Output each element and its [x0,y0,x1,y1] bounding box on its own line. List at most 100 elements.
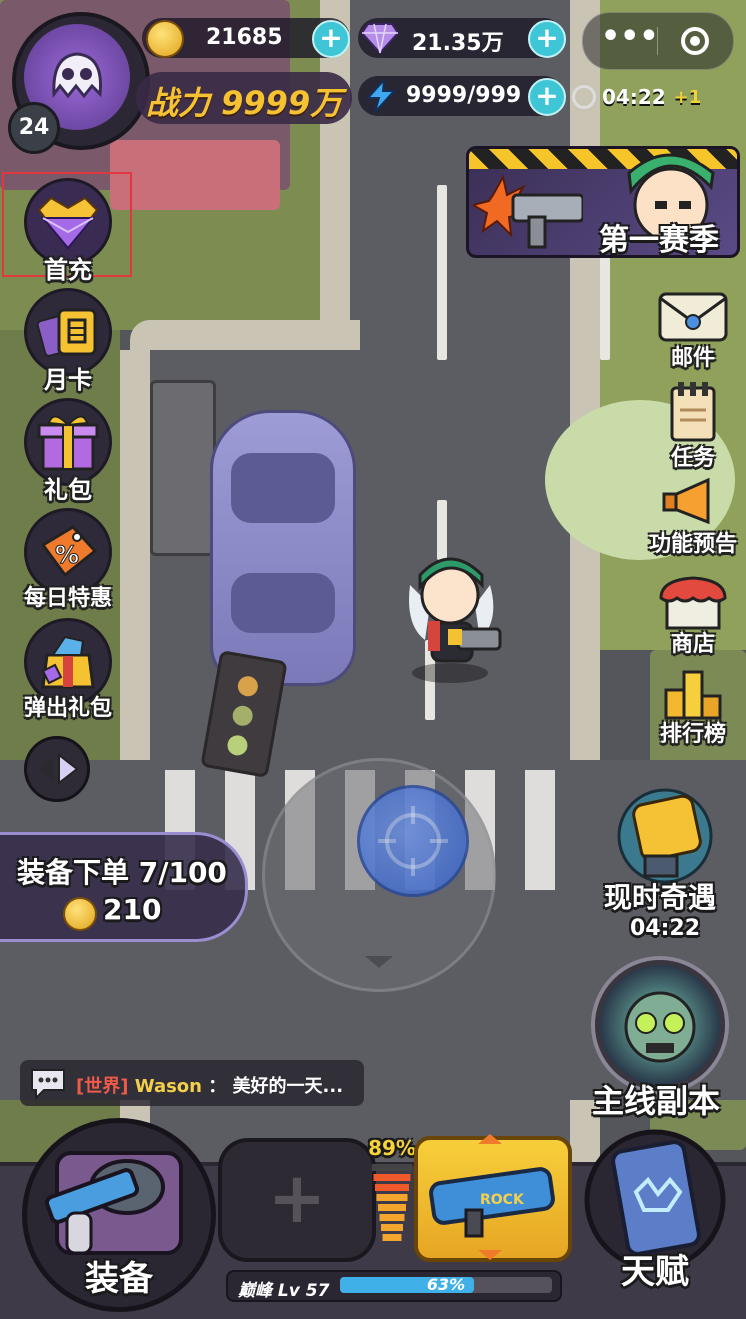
ammo-segment [376,1194,408,1201]
add-gold-button[interactable]: + [312,20,350,58]
main-dungeon-label: 主线副本 [591,1082,720,1120]
shop-button[interactable]: 商店 [638,574,746,658]
weapon-swap-down-icon [478,1250,502,1260]
exp-percent: 63% [426,1275,466,1294]
joystick-knob[interactable] [357,785,469,897]
left-right-arrows-icon [39,752,79,786]
ammo-segment [378,1204,406,1211]
divider [657,27,658,55]
golden-fist-icon [617,788,713,884]
peak-level-label: 巅峰 Lv 57 [238,1281,330,1301]
crosshair-icon [378,806,448,876]
gift-pack-label: 礼包 [44,476,92,504]
crown-gem-icon [37,196,99,250]
energy-timer: 04:22 +1 [572,82,701,112]
season-label: 第一赛季 [599,223,719,258]
energy-timer-value: 04:22 [602,85,666,109]
first-recharge-label: 首充 [44,256,92,284]
clipboard-icon [670,382,716,442]
podium-icon [664,670,722,720]
equipment-button[interactable]: 装备 [22,1118,216,1312]
shop-awning-icon [659,576,727,630]
chat-channel: [世界] [76,1076,129,1097]
order-coin-icon [63,897,97,931]
ticket-card-icon [36,308,97,357]
popup-gift-button[interactable]: 弹出礼包 [8,618,128,722]
energy-amount: 9999/999 [406,83,522,108]
mini-program-capsule: ••• [582,12,734,70]
add-slot-button[interactable]: + [218,1138,376,1262]
daily-deal-label: 每日特惠 [23,586,112,611]
crosswalk-stripe [525,770,555,890]
mail-button[interactable]: 邮件 [638,288,746,372]
record-icon [690,36,700,46]
toggle-menu-button[interactable] [24,736,90,802]
svg-text:%: % [55,541,79,569]
building [110,140,280,210]
joystick-arrow-down-icon [365,956,393,968]
equipment-order-panel[interactable]: 装备下单 7/100 210 [0,832,248,942]
gold-amount: 21685 [206,25,283,50]
gift-box-icon [37,415,99,471]
encounter-button[interactable]: 现时奇遇 04:22 [590,786,740,941]
ammo-segment [381,1224,403,1231]
mail-label: 邮件 [670,346,715,371]
order-coin-amount: 210 [103,893,162,926]
chat-sender: Wason [134,1076,202,1097]
ammo-gauge [372,1164,412,1241]
virtual-joystick[interactable] [262,758,496,992]
lightning-icon [365,78,397,113]
power-panel: 战力 9999万 [136,72,352,124]
plus-icon: + [267,1157,327,1239]
feature-preview-label: 功能预告 [648,532,737,557]
megaphone-icon [662,477,710,525]
ammo-segment [372,1164,412,1171]
gift-pack-button[interactable]: 礼包 [8,398,128,505]
lane-marking [437,185,447,360]
car-windshield [231,453,335,523]
chat-separator: ： [208,1076,227,1097]
car-rear-window [231,573,335,633]
stopwatch-icon [572,85,596,109]
chat-bubble-icon [31,1069,65,1100]
ammo-segment [375,1184,409,1191]
first-recharge-button[interactable]: 首充 [8,178,128,285]
tasks-label: 任务 [670,446,715,471]
ammo-segment [373,1174,411,1181]
daily-deal-button[interactable]: % 每日特惠 [8,508,128,612]
monthly-card-label: 月卡 [44,366,92,394]
add-energy-button[interactable]: + [528,78,566,116]
talent-button[interactable]: 天赋 [580,1128,730,1300]
power-label: 战力 9999万 [146,84,343,122]
wrecked-car [210,410,356,686]
chat-bar[interactable]: [世界] Wason ： 美好的一天... [20,1060,364,1106]
equipment-label: 装备 [85,1259,153,1299]
weapon-slot[interactable]: ROCK [414,1134,572,1262]
ammo-meter: 89% [364,1136,420,1256]
main-dungeon-button[interactable]: 主线副本 [584,960,736,1120]
popup-gift-label: 弹出礼包 [23,696,112,721]
rocket-launcher-icon: ROCK [429,1167,555,1238]
shop-label: 商店 [670,632,715,657]
leaderboard-button[interactable]: 排行榜 [638,668,746,748]
tasks-button[interactable]: 任务 [638,380,746,472]
player-character [409,557,502,683]
gem-amount: 21.35万 [412,31,504,56]
leaderboard-label: 排行榜 [659,722,726,747]
sidewalk [130,320,360,350]
dungeon-portal [595,960,725,1090]
ammo-segment [379,1214,405,1221]
equipment-order-label: 装备下单 7/100 [17,856,227,889]
zombie-face-icon [624,991,696,1063]
gun-explosion-icon [473,174,583,249]
player-level: 24 [18,115,50,140]
season-banner[interactable]: 第一赛季 [466,146,740,258]
more-options-button[interactable]: ••• [601,22,659,53]
monthly-card-button[interactable]: 月卡 [8,288,128,395]
feature-preview-button[interactable]: 功能预告 [638,474,746,558]
envelope-icon [658,292,728,342]
more-dots-icon: ••• [601,19,659,54]
drain-grate [150,380,216,556]
add-gems-button[interactable]: + [528,20,566,58]
close-miniprogram-button[interactable] [681,27,709,55]
